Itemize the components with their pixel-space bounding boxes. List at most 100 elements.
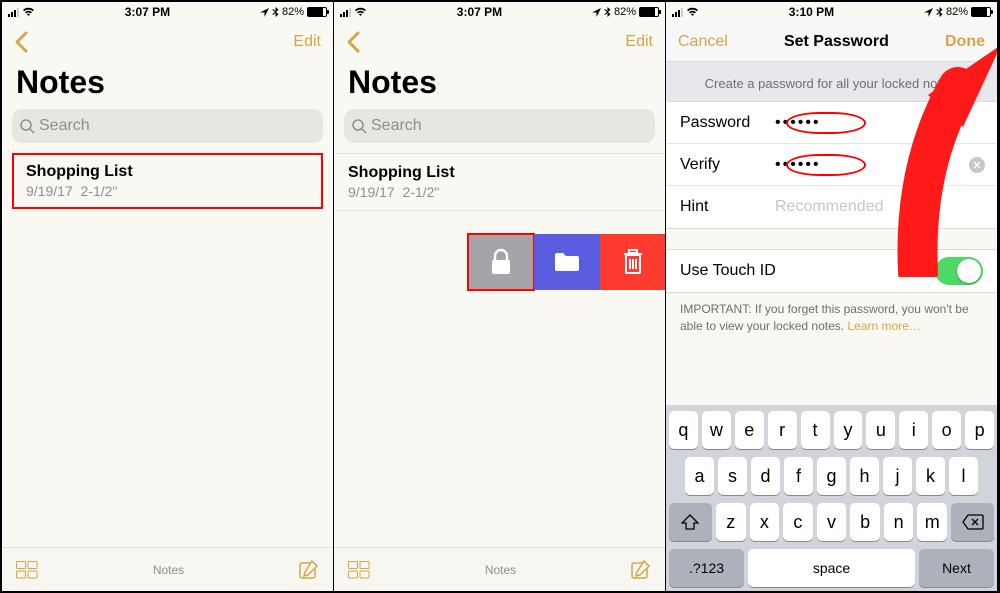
- edit-button[interactable]: Edit: [293, 33, 321, 51]
- hint-placeholder: Recommended: [775, 198, 884, 216]
- hint-row[interactable]: Hint Recommended: [666, 186, 997, 228]
- shift-key[interactable]: [669, 503, 712, 541]
- search-placeholder: Search: [371, 117, 422, 135]
- back-button[interactable]: [14, 31, 28, 53]
- key-b[interactable]: b: [850, 503, 880, 541]
- form-banner: Create a password for all your locked no…: [666, 62, 997, 101]
- compose-icon[interactable]: [631, 560, 651, 580]
- key-q[interactable]: q: [669, 411, 698, 449]
- touchid-row: Use Touch ID: [666, 249, 997, 293]
- verify-label: Verify: [680, 156, 775, 174]
- key-r[interactable]: r: [768, 411, 797, 449]
- key-o[interactable]: o: [932, 411, 961, 449]
- cell-signal-icon: [340, 8, 351, 17]
- key-t[interactable]: t: [801, 411, 830, 449]
- annotation-oval: [786, 154, 866, 176]
- note-subtitle: 9/19/17 2-1/2": [348, 184, 651, 200]
- bottom-toolbar: Notes: [2, 547, 333, 591]
- swipe-actions: [468, 234, 666, 290]
- screen-notes-list: 3:07 PM 82% Edit Notes Search Shopping L…: [2, 2, 334, 591]
- folders-icon[interactable]: [16, 561, 38, 579]
- back-button[interactable]: [346, 31, 360, 53]
- bluetooth-icon: [272, 7, 279, 18]
- search-input[interactable]: Search: [344, 109, 655, 143]
- swipe-move-button[interactable]: [534, 234, 600, 290]
- status-bar: 3:10 PM 82%: [666, 2, 997, 22]
- toolbar-label: Notes: [485, 563, 516, 577]
- key-p[interactable]: p: [965, 411, 994, 449]
- touchid-toggle[interactable]: [935, 257, 983, 285]
- next-key[interactable]: Next: [919, 549, 994, 587]
- compose-icon[interactable]: [299, 560, 319, 580]
- nav-bar: Edit: [334, 22, 665, 62]
- key-l[interactable]: l: [949, 457, 978, 495]
- folder-icon: [554, 252, 580, 272]
- password-row[interactable]: Password ••••••: [666, 102, 997, 144]
- location-icon: [924, 8, 933, 17]
- cell-signal-icon: [672, 8, 683, 17]
- note-title: Shopping List: [26, 163, 309, 181]
- password-form: Password •••••• Verify •••••• Hint Recom…: [666, 101, 997, 229]
- nav-title: Set Password: [784, 33, 889, 51]
- password-label: Password: [680, 114, 775, 132]
- battery-percent: 82%: [614, 6, 636, 18]
- note-row-shopping-list[interactable]: Shopping List 9/19/17 2-1/2": [334, 153, 665, 211]
- nav-bar: Edit: [2, 22, 333, 62]
- swipe-delete-button[interactable]: [600, 234, 666, 290]
- annotation-oval: [786, 112, 866, 134]
- toolbar-label: Notes: [153, 563, 184, 577]
- screen-notes-swipe: 3:07 PM 82% Edit Notes Search Shopping L…: [334, 2, 666, 591]
- key-a[interactable]: a: [685, 457, 714, 495]
- key-d[interactable]: d: [751, 457, 780, 495]
- key-e[interactable]: e: [735, 411, 764, 449]
- backspace-key[interactable]: [951, 503, 994, 541]
- battery-icon: [971, 7, 991, 17]
- note-row-shopping-list[interactable]: Shopping List 9/19/17 2-1/2": [12, 153, 323, 209]
- key-s[interactable]: s: [718, 457, 747, 495]
- key-i[interactable]: i: [899, 411, 928, 449]
- key-f[interactable]: f: [784, 457, 813, 495]
- search-icon: [352, 119, 367, 134]
- status-time: 3:07 PM: [457, 5, 502, 19]
- note-title: Shopping List: [348, 164, 651, 182]
- learn-more-link[interactable]: Learn more…: [847, 319, 920, 333]
- key-j[interactable]: j: [883, 457, 912, 495]
- bluetooth-icon: [936, 7, 943, 18]
- status-bar: 3:07 PM 82%: [2, 2, 333, 22]
- key-x[interactable]: x: [750, 503, 780, 541]
- key-u[interactable]: u: [866, 411, 895, 449]
- mode-key[interactable]: .?123: [669, 549, 744, 587]
- search-input[interactable]: Search: [12, 109, 323, 143]
- swipe-lock-button[interactable]: [468, 234, 534, 290]
- space-key[interactable]: space: [748, 549, 915, 587]
- wifi-icon: [686, 7, 699, 17]
- bottom-toolbar: Notes: [334, 547, 665, 591]
- trash-icon: [623, 249, 643, 275]
- cancel-button[interactable]: Cancel: [678, 33, 728, 51]
- key-w[interactable]: w: [702, 411, 731, 449]
- folders-icon[interactable]: [348, 561, 370, 579]
- key-m[interactable]: m: [917, 503, 947, 541]
- key-k[interactable]: k: [916, 457, 945, 495]
- done-button[interactable]: Done: [945, 33, 985, 51]
- search-placeholder: Search: [39, 117, 90, 135]
- hint-label: Hint: [680, 198, 775, 216]
- key-z[interactable]: z: [716, 503, 746, 541]
- key-v[interactable]: v: [817, 503, 847, 541]
- key-y[interactable]: y: [834, 411, 863, 449]
- key-g[interactable]: g: [817, 457, 846, 495]
- cell-signal-icon: [8, 8, 19, 17]
- page-title: Notes: [334, 62, 665, 109]
- screen-set-password: 3:10 PM 82% Cancel Set Password Done Cre…: [666, 2, 998, 591]
- clear-icon[interactable]: [969, 157, 985, 173]
- verify-row[interactable]: Verify ••••••: [666, 144, 997, 186]
- key-h[interactable]: h: [850, 457, 879, 495]
- status-time: 3:07 PM: [125, 5, 170, 19]
- battery-percent: 82%: [946, 6, 968, 18]
- key-c[interactable]: c: [783, 503, 813, 541]
- page-title: Notes: [2, 62, 333, 109]
- battery-icon: [307, 7, 327, 17]
- edit-button[interactable]: Edit: [625, 33, 653, 51]
- location-icon: [592, 8, 601, 17]
- key-n[interactable]: n: [884, 503, 914, 541]
